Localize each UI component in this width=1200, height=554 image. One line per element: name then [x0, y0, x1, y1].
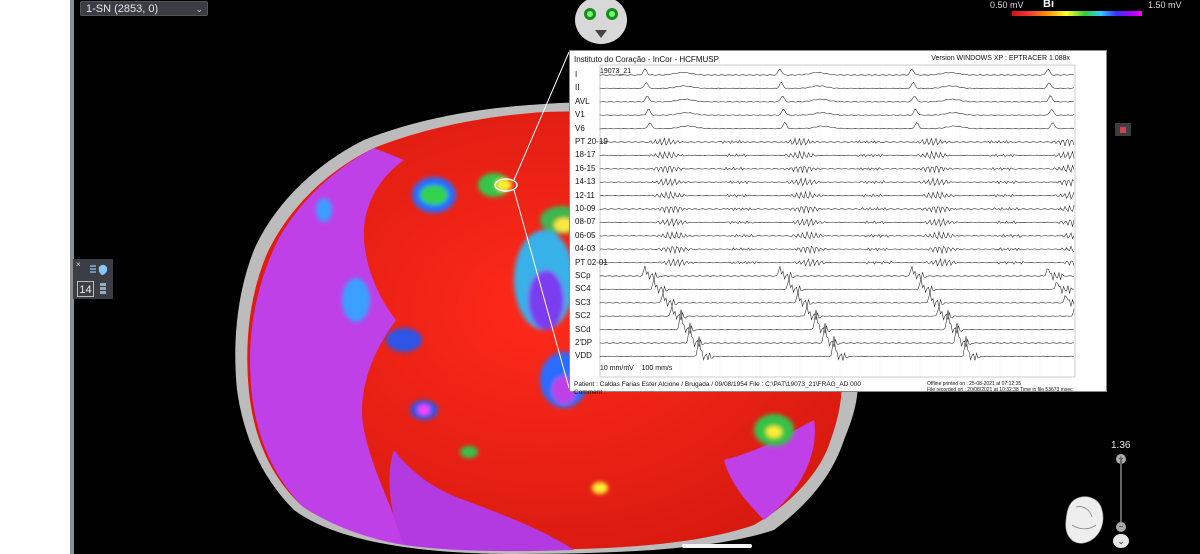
ecg-footer: Patient : Caldas Farias Ester Alcione / …	[574, 381, 861, 397]
ecg-trace-20	[599, 322, 1075, 348]
map-selector-dropdown[interactable]: 1-SN (2853, 0) ⌄	[80, 1, 208, 16]
ecg-lead-label: AVL	[575, 96, 590, 106]
zoom-slider-track[interactable]	[1120, 458, 1122, 528]
ecg-lead-label: SC4	[575, 284, 591, 294]
map-selector-label: 1-SN (2853, 0)	[86, 3, 159, 15]
ecg-trace-8	[599, 177, 1075, 188]
ecg-trace-4	[599, 121, 1075, 130]
ecg-lead-label: 16-15	[575, 163, 596, 173]
ecg-lead-label: SC3	[575, 297, 591, 307]
zoom-level: 1.36	[1111, 440, 1131, 451]
side-tool-value[interactable]: 14	[77, 281, 94, 297]
collapse-chevron-icon[interactable]: ⌄	[1113, 534, 1129, 548]
ecg-version-label: Version WINDOWS XP : EPTRACER 1.088x	[931, 55, 1070, 62]
zoom-out-button[interactable]: −	[1116, 522, 1126, 532]
grid-menu-icon[interactable]: ▦	[1115, 123, 1131, 136]
ecg-trace-17	[599, 292, 1075, 308]
ecg-lead-label: V6	[575, 123, 585, 133]
ecg-lead-label: 12-11	[575, 190, 595, 200]
orientation-heart-icon[interactable]	[1065, 496, 1104, 544]
left-white-panel	[0, 0, 70, 554]
color-scale-min-label: 0.50 mV	[990, 0, 1024, 10]
ecg-lead-label: 06-05	[575, 230, 596, 240]
color-scale-mode-label[interactable]: Bi	[1043, 0, 1054, 10]
ecg-trace-15	[599, 265, 1074, 281]
horizontal-scrollbar[interactable]	[682, 544, 752, 548]
ecg-lead-label: SCp	[575, 271, 591, 280]
ecg-trace-21	[599, 336, 1075, 361]
ecg-lead-label: V1	[575, 110, 585, 120]
ecg-trace-16	[599, 279, 1075, 294]
ecg-trace-0	[599, 68, 1075, 76]
ecg-trace-2	[599, 95, 1075, 103]
ecg-lead-label: 2'DP	[575, 338, 593, 347]
ecg-lead-label: I	[575, 70, 578, 79]
ecg-traces	[599, 64, 1076, 378]
ecg-lead-label: 04-03	[575, 244, 596, 254]
ecg-trace-11	[599, 217, 1075, 228]
ecg-institution-header: Instituto do Coração - InCor - HCFMUSP	[574, 55, 719, 64]
ecg-case-id: 19073_21	[600, 68, 632, 75]
ecg-lead-label: SC2	[575, 311, 591, 321]
ecg-trace-18	[599, 306, 1075, 321]
ecg-scale-label: 10 mm/mV 100 mm/s	[600, 365, 673, 372]
ecg-lead-label: 08-07	[575, 217, 596, 227]
ecg-trace-14	[599, 257, 1075, 268]
ecg-trace-6	[599, 150, 1075, 160]
color-scale-max-label: 1.50 mV	[1148, 0, 1182, 10]
orientation-head-icon[interactable]	[572, 0, 630, 46]
ecg-recorded-line: File recorded on : 20/08/2021 at 10:32:3…	[927, 387, 1073, 393]
ecg-lead-label: 10-09	[575, 204, 596, 213]
ecg-lead-label: 14-13	[575, 177, 596, 187]
stack-icon[interactable]	[98, 282, 108, 296]
ecg-lead-label: 18-17	[575, 150, 596, 160]
chevron-down-icon: ⌄	[195, 4, 203, 14]
ecg-trace-7	[599, 163, 1075, 174]
ecg-trace-13	[599, 245, 1075, 255]
ecg-trace-3	[599, 108, 1075, 116]
heart-catheter-icon[interactable]	[87, 262, 109, 276]
ecg-comment-line: Comment :	[574, 389, 606, 396]
color-scale-bar[interactable]	[1012, 11, 1142, 16]
ecg-lead-label: VDD	[575, 351, 592, 361]
ecg-trace-12	[599, 230, 1075, 240]
ecg-print-info: Offline printed on : 25-08-2021 at 07:12…	[927, 381, 1073, 393]
ecg-lead-label: PT 02-01	[575, 257, 608, 267]
ecg-recording-panel[interactable]: Instituto do Coração - InCor - HCFMUSP V…	[569, 50, 1107, 396]
ecg-patient-line: Patient : Caldas Farias Ester Alcione / …	[574, 381, 861, 388]
side-tool-panel[interactable]: × 14	[73, 259, 113, 299]
ecg-trace-5	[599, 137, 1075, 147]
ecg-lead-label: PT 20-19	[575, 137, 608, 146]
ecg-trace-1	[599, 81, 1075, 89]
ecg-trace-10	[599, 204, 1075, 214]
close-icon[interactable]: ×	[76, 260, 81, 269]
ecg-trace-19	[599, 309, 1075, 334]
ecg-lead-label: SCd	[575, 324, 591, 334]
ecg-trace-9	[599, 190, 1075, 200]
ecg-lead-label: II	[575, 83, 580, 93]
